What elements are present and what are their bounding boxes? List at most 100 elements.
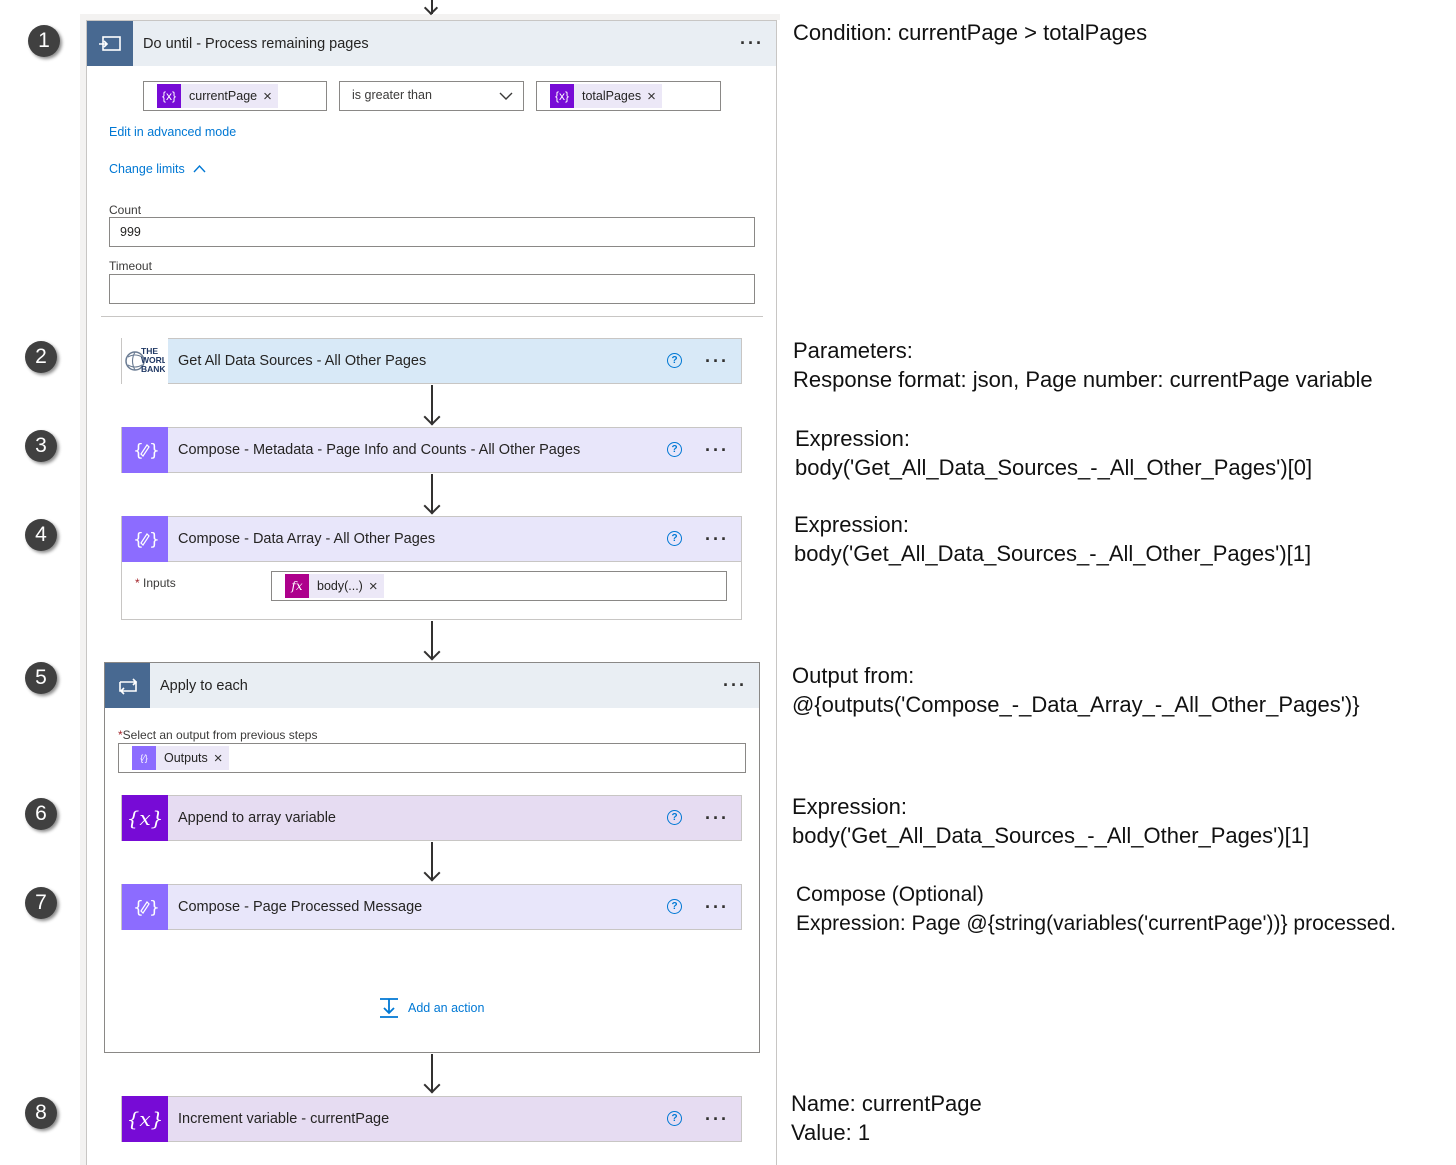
- remove-token-icon[interactable]: ×: [647, 88, 662, 105]
- help-icon[interactable]: ?: [667, 353, 682, 368]
- timeout-input[interactable]: [109, 274, 755, 304]
- note-line: Output from:: [792, 663, 915, 688]
- add-action-icon: [380, 998, 398, 1018]
- note-3: Expression: body('Get_All_Data_Sources_-…: [795, 424, 1312, 482]
- more-icon[interactable]: ···: [705, 441, 729, 459]
- add-action-button[interactable]: Add an action: [378, 997, 484, 1019]
- variable-icon: {x}: [122, 795, 168, 841]
- note-4: Expression: body('Get_All_Data_Sources_-…: [794, 510, 1311, 568]
- note-line: body('Get_All_Data_Sources_-_All_Other_P…: [794, 541, 1312, 566]
- select-output-label: *Select an output from previous steps: [118, 728, 318, 742]
- more-icon[interactable]: ···: [740, 34, 764, 52]
- edit-advanced-mode-link[interactable]: Edit in advanced mode: [109, 125, 236, 139]
- note-line: Compose (Optional): [796, 883, 984, 906]
- help-icon[interactable]: ?: [667, 531, 682, 546]
- action-compose-page-processed[interactable]: {} Compose - Page Processed Message ? ··…: [121, 884, 742, 930]
- remove-token-icon[interactable]: ×: [369, 578, 384, 595]
- do-until-icon: [87, 21, 133, 66]
- note-2: Parameters: Response format: json, Page …: [793, 336, 1373, 394]
- action-compose-data-array[interactable]: {} Compose - Data Array - All Other Page…: [121, 516, 742, 562]
- svg-text:{: {: [133, 898, 144, 918]
- inputs-field[interactable]: fx body(...) ×: [271, 571, 727, 601]
- help-icon[interactable]: ?: [667, 1111, 682, 1126]
- svg-text:BANK: BANK: [141, 364, 165, 374]
- do-until-header[interactable]: Do until - Process remaining pages ···: [87, 21, 776, 66]
- note-7: Compose (Optional) Expression: Page @{st…: [796, 880, 1396, 938]
- token-label: totalPages: [582, 89, 642, 103]
- condition-left-token[interactable]: {x} currentPage ×: [157, 84, 278, 108]
- inputs-token[interactable]: fx body(...) ×: [285, 574, 384, 598]
- help-icon[interactable]: ?: [667, 899, 682, 914]
- remove-token-icon[interactable]: ×: [214, 750, 229, 767]
- operator-dropdown[interactable]: is greater than: [339, 81, 524, 111]
- action-append-to-array[interactable]: {x} Append to array variable ? ···: [121, 795, 742, 841]
- more-icon[interactable]: ···: [705, 352, 729, 370]
- token-label: body(...): [317, 579, 363, 593]
- svg-text:{: {: [133, 530, 144, 550]
- compose-icon: {}: [122, 427, 168, 473]
- more-icon[interactable]: ···: [723, 676, 747, 694]
- select-output-field[interactable]: {∕} Outputs ×: [118, 743, 746, 773]
- outputs-token[interactable]: {∕} Outputs ×: [132, 746, 229, 770]
- note-line: body('Get_All_Data_Sources_-_All_Other_P…: [792, 823, 1310, 848]
- action-title: Compose - Metadata - Page Info and Count…: [178, 442, 581, 458]
- note-line: Condition: currentPage > totalPages: [793, 20, 1148, 45]
- note-line: Name: currentPage: [791, 1091, 982, 1116]
- condition-left-field[interactable]: {x} currentPage ×: [143, 81, 327, 111]
- change-limits-link[interactable]: Change limits: [109, 162, 185, 176]
- note-5: Output from: @{outputs('Compose_-_Data_A…: [792, 661, 1360, 719]
- apply-to-each-title: Apply to each: [160, 677, 248, 694]
- note-line: Response format: json, Page number: curr…: [793, 367, 1373, 392]
- step-badge-5: 5: [25, 662, 57, 694]
- compose-icon: {}: [122, 884, 168, 930]
- remove-token-icon[interactable]: ×: [263, 88, 278, 105]
- connector-arrowhead: [423, 0, 439, 16]
- chevron-up-icon[interactable]: [193, 164, 206, 173]
- section-divider: [101, 316, 763, 317]
- note-line: body('Get_All_Data_Sources_-_All_Other_P…: [795, 455, 1313, 480]
- more-icon[interactable]: ···: [705, 809, 729, 827]
- condition-right-field[interactable]: {x} totalPages ×: [536, 81, 721, 111]
- svg-text:}: }: [149, 530, 158, 550]
- loop-icon: [105, 663, 150, 708]
- more-icon[interactable]: ···: [705, 898, 729, 916]
- action-title: Compose - Data Array - All Other Pages: [178, 531, 436, 547]
- note-line: @{outputs('Compose_-_Data_Array_-_All_Ot…: [792, 692, 1360, 717]
- compose-icon: {}: [122, 516, 168, 562]
- step-badge-3: 3: [25, 430, 57, 462]
- help-icon[interactable]: ?: [667, 442, 682, 457]
- operator-value: is greater than: [352, 88, 432, 102]
- apply-to-each-header[interactable]: Apply to each ···: [105, 663, 759, 708]
- step-badge-7: 7: [25, 887, 57, 919]
- note-line: Value: 1: [791, 1120, 871, 1145]
- count-input[interactable]: 999: [109, 217, 755, 247]
- more-icon[interactable]: ···: [705, 530, 729, 548]
- variable-icon: {x}: [122, 1096, 168, 1142]
- compose-icon: {∕}: [132, 746, 156, 770]
- action-compose-metadata[interactable]: {} Compose - Metadata - Page Info and Co…: [121, 427, 742, 473]
- svg-text:}: }: [149, 441, 158, 461]
- note-line: Parameters:: [793, 338, 913, 363]
- action-title: Get All Data Sources - All Other Pages: [178, 353, 427, 369]
- step-badge-2: 2: [25, 341, 57, 373]
- more-icon[interactable]: ···: [705, 1110, 729, 1128]
- chevron-down-icon: [499, 92, 513, 100]
- note-line: Expression: Page @{string(variables('cur…: [796, 912, 1397, 935]
- add-action-label: Add an action: [408, 1001, 485, 1015]
- help-icon[interactable]: ?: [667, 810, 682, 825]
- note-1: Condition: currentPage > totalPages: [793, 18, 1147, 47]
- svg-text:{: {: [133, 441, 144, 461]
- svg-text:}: }: [149, 898, 158, 918]
- inputs-label: * Inputs: [135, 576, 176, 590]
- step-badge-6: 6: [25, 798, 57, 830]
- note-line: Expression:: [794, 512, 909, 537]
- count-label: Count: [109, 203, 142, 217]
- condition-right-token[interactable]: {x} totalPages ×: [550, 84, 662, 108]
- note-8: Name: currentPage Value: 1: [791, 1089, 982, 1147]
- fx-icon: fx: [285, 574, 309, 598]
- action-increment-variable[interactable]: {x} Increment variable - currentPage ? ·…: [121, 1096, 742, 1142]
- action-get-all-data-sources[interactable]: THE WORLD BANK Get All Data Sources - Al…: [121, 338, 742, 384]
- note-6: Expression: body('Get_All_Data_Sources_-…: [792, 792, 1309, 850]
- timeout-label: Timeout: [109, 259, 152, 273]
- note-line: Expression:: [795, 426, 910, 451]
